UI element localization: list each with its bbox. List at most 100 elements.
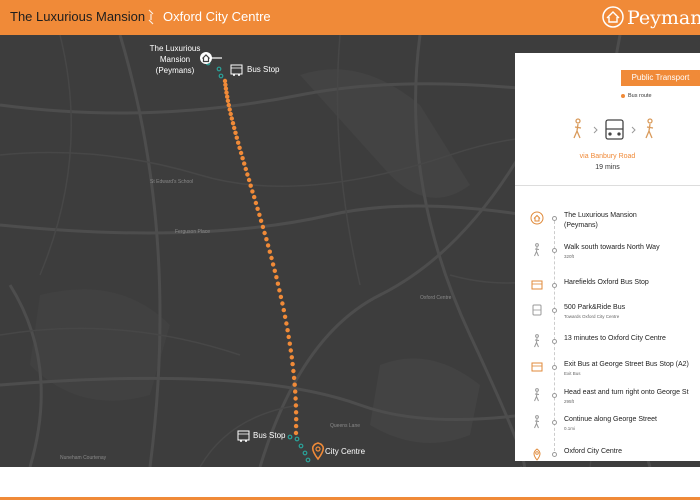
bus-route-dot-icon: [621, 93, 625, 98]
step-title: 500 Park&Ride Bus: [564, 304, 626, 311]
footer: [0, 467, 700, 500]
bus-route-dot: [228, 111, 233, 117]
bus-route-dot: [293, 389, 298, 394]
bus-route-dot: [280, 301, 285, 306]
route-separator-icon: [148, 9, 154, 25]
mansion-label-line2: Mansion: [159, 55, 191, 64]
bus-icon: [605, 119, 624, 140]
bus-route-dot: [253, 200, 259, 206]
bus-route-dot: [252, 194, 257, 200]
step-title: Oxford City Centre: [564, 448, 622, 455]
step-walk-north-way[interactable]: Walk south towards North Way 320ft: [515, 243, 700, 269]
place-label: Queens Lane: [330, 423, 361, 429]
step-title: 13 minutes to Oxford City Centre: [564, 335, 666, 342]
step-title: Harefields Oxford Bus Stop: [564, 279, 649, 286]
bus-route-dot: [226, 102, 231, 108]
bus-route-dot: [262, 230, 267, 236]
step-title: Walk south towards North Way: [564, 244, 660, 251]
chevron-right-icon: [631, 126, 636, 134]
mansion-label: The Luxurious Mansion (Peymans): [140, 43, 210, 76]
walk-icon: [534, 243, 540, 257]
bus-route-dot: [248, 183, 253, 188]
bus-route-dot: [222, 78, 228, 84]
bus-stop-label-bottom: Bus Stop: [253, 431, 286, 440]
bus-route-dot: [288, 348, 293, 353]
step-harefields-bus-stop[interactable]: Harefields Oxford Bus Stop: [515, 278, 700, 304]
bus-route-dot: [230, 121, 236, 126]
bus-route-dot: [238, 150, 244, 156]
bus-route-dot: [227, 107, 232, 112]
bus-route-dot: [258, 218, 264, 223]
bus-route-dot: [278, 294, 284, 300]
bus-route-dot: [233, 130, 238, 135]
step-dot: [552, 452, 557, 457]
bus-route-dot: [223, 82, 228, 87]
journey-duration: 19 mins: [595, 164, 620, 171]
bus-route-dot: [267, 249, 272, 254]
bus-route-dot: [282, 314, 288, 319]
step-dot: [552, 248, 557, 253]
origin-title: The Luxurious Mansion: [10, 9, 146, 24]
step-park-ride-bus[interactable]: 500 Park&Ride Bus Towards Oxford City Ce…: [515, 303, 700, 329]
bus-route-dot: [246, 177, 252, 183]
bus-route-dot: [242, 161, 247, 166]
bus-route-dot: [292, 382, 297, 387]
bus-route-dot: [293, 403, 299, 408]
house-icon: [602, 6, 624, 28]
bus-route-dot: [245, 172, 250, 177]
public-transport-button[interactable]: Public Transport: [621, 70, 700, 86]
bus-route-dot: [275, 281, 281, 286]
bus-route-dot: [225, 94, 230, 99]
bus-route-dot: [293, 430, 299, 436]
step-head-east[interactable]: Head east and turn right onto George St …: [515, 388, 700, 414]
chevron-right-icon: [593, 126, 598, 134]
bus-route-dot: [293, 396, 298, 401]
bus-route-dot: [286, 334, 291, 340]
brand-logo[interactable]: Peymans: [602, 4, 700, 31]
place-label: Ferguson Place: [175, 229, 211, 235]
bus-route-dot: [240, 156, 245, 161]
bus-route-dot: [243, 166, 248, 172]
bus-route-dot: [284, 321, 289, 326]
destination-title: Oxford City Centre: [163, 9, 271, 24]
step-subtitle: Towards Oxford City Centre: [564, 314, 620, 319]
bus-route-dot: [224, 90, 229, 95]
bus-route-dot: [257, 212, 262, 217]
bus-route-dot: [223, 86, 229, 91]
bus-route-dot: [290, 361, 295, 367]
place-label: Oxford Centre: [420, 295, 452, 301]
step-exit-bus[interactable]: Exit Bus at George Street Bus Stop (A2) …: [515, 360, 700, 386]
bus-route-dot: [236, 140, 241, 145]
bus-route-dot: [237, 145, 242, 150]
bus-route-dot: [285, 328, 290, 333]
bus-stop-label-top: Bus Stop: [247, 65, 280, 74]
step-continue-george-street[interactable]: Continue along George Street 0.1mi: [515, 415, 700, 441]
bus-route-dot: [232, 125, 237, 131]
bus-route-dot: [289, 355, 294, 360]
bus-route-legend-label: Bus route: [628, 93, 652, 99]
bus-stop-icon: [531, 280, 543, 290]
bus-route-dot: [274, 275, 279, 280]
house-icon: [530, 211, 544, 225]
step-thirteen-minutes[interactable]: 13 minutes to Oxford City Centre: [515, 334, 700, 360]
bus-route-dot: [250, 189, 255, 194]
bus-route-legend: Bus route: [621, 93, 652, 99]
step-title: Head east and turn right onto George St: [564, 389, 689, 396]
step-dot: [552, 339, 557, 344]
bus-icon: [532, 304, 542, 316]
brand-name: Peymans: [627, 7, 700, 29]
bus-route-dot: [264, 237, 269, 242]
bus-route-dot: [293, 423, 299, 429]
step-origin[interactable]: The Luxurious Mansion (Peymans): [515, 211, 700, 237]
walk-icon: [534, 388, 540, 402]
bus-route-dot: [294, 417, 299, 422]
mansion-label-line3: (Peymans): [155, 66, 195, 75]
bus-route-dot: [229, 116, 234, 121]
bus-route-dot: [255, 206, 260, 211]
city-centre-label: City Centre: [325, 447, 366, 456]
bus-route-dot: [277, 288, 282, 293]
step-title-line2: (Peymans): [564, 222, 598, 229]
step-title: Exit Bus at George Street Bus Stop (A2): [564, 361, 689, 368]
header-bar: The Luxurious Mansion Oxford City Centre…: [0, 0, 700, 35]
bus-route-dot: [293, 410, 299, 415]
